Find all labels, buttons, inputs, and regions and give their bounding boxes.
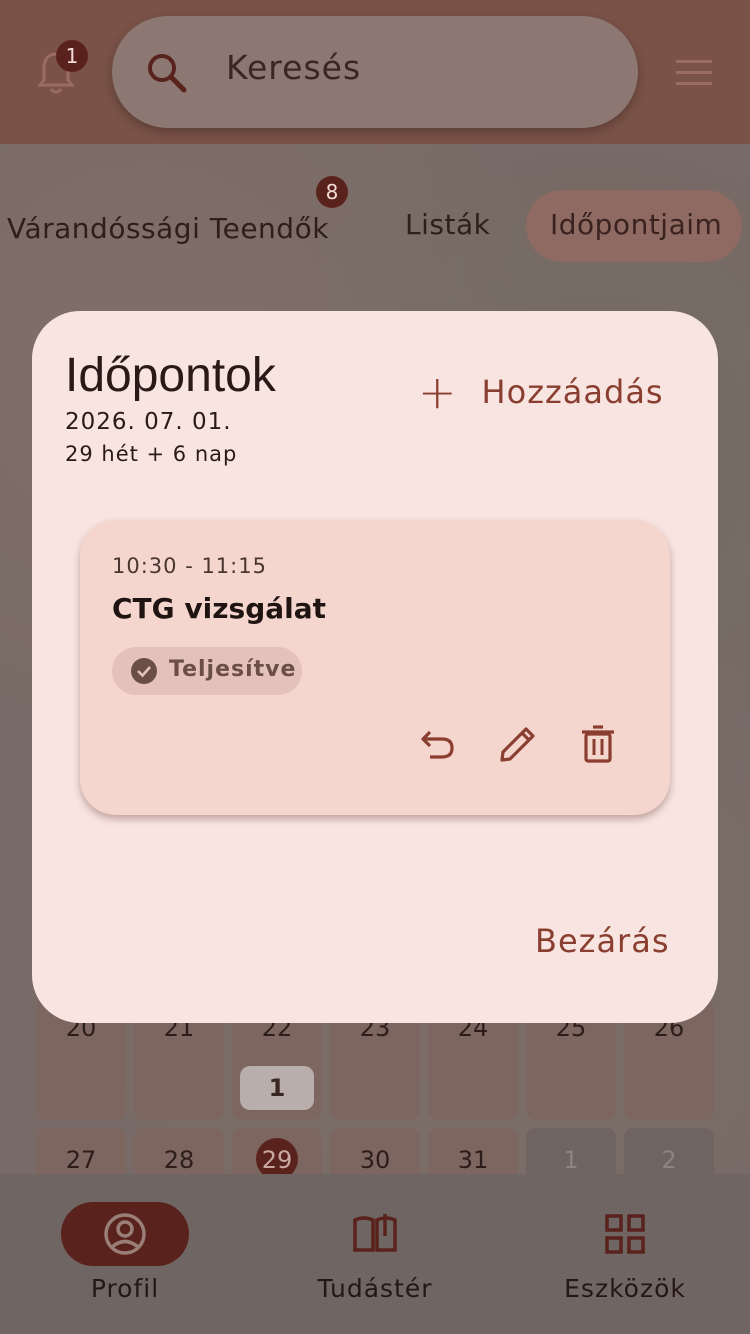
nav-label-profile[interactable]: Profil [25, 1274, 225, 1303]
tab-lists[interactable]: Listák [405, 208, 490, 241]
notification-badge: 1 [56, 40, 88, 72]
undo-icon[interactable] [418, 724, 458, 764]
edit-pencil-icon[interactable] [498, 724, 538, 764]
book-open-icon[interactable] [351, 1210, 399, 1258]
calendar-day-number: 30 [359, 1146, 391, 1174]
dialog-title: Időpontok [65, 349, 276, 402]
delete-trash-icon[interactable] [578, 724, 618, 764]
status-label: Teljesítve [169, 657, 297, 682]
calendar-event-count: 1 [240, 1066, 314, 1110]
search-bar[interactable] [112, 16, 638, 128]
check-circle-icon [131, 658, 157, 684]
add-appointment-button[interactable]: + Hozzáadás [418, 362, 664, 422]
dialog-date: 2026. 07. 01. [65, 409, 232, 435]
add-button-label: Hozzáadás [481, 373, 664, 411]
menu-icon[interactable] [674, 58, 714, 88]
appointment-title: CTG vizsgálat [112, 592, 327, 625]
calendar-day-number: 2 [661, 1146, 677, 1174]
nav-label-tools[interactable]: Eszközök [525, 1274, 725, 1303]
close-button[interactable]: Bezárás [535, 922, 669, 960]
calendar-day-number: 1 [563, 1146, 579, 1174]
search-icon [148, 54, 187, 93]
dialog-week-info: 29 hét + 6 nap [65, 442, 238, 466]
calendar-day-number: 28 [163, 1146, 195, 1174]
plus-icon: + [418, 365, 458, 419]
search-input[interactable]: Keresés [226, 48, 361, 87]
calendar-day-number: 27 [65, 1146, 97, 1174]
account-circle-icon[interactable] [101, 1210, 149, 1258]
calendar-day-number: 31 [457, 1146, 489, 1174]
grid-icon[interactable] [601, 1210, 649, 1258]
calendar-day-number-today: 29 [261, 1146, 293, 1174]
nav-label-knowledge[interactable]: Tudástér [275, 1274, 475, 1303]
tab-appointments[interactable]: Időpontjaim [550, 208, 722, 241]
tab-pregnancy-tasks[interactable]: Várandóssági Teendők [7, 212, 329, 245]
tab-badge: 8 [316, 176, 348, 208]
appointment-time: 10:30 - 11:15 [112, 554, 267, 578]
